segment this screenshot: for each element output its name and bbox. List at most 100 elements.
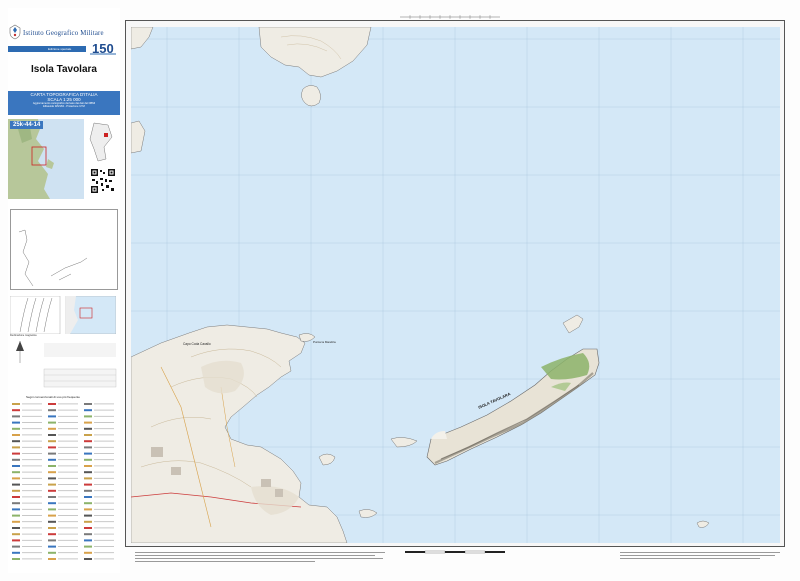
islet-sw-2: [390, 437, 418, 448]
legend-swatch: [12, 496, 20, 498]
legend-text-line: [22, 533, 42, 535]
legend-text-line: [58, 502, 78, 504]
legend-text-line: [94, 533, 114, 535]
legend-text-line: [22, 403, 42, 405]
legend-swatch: [48, 403, 56, 405]
islet-north: [301, 85, 321, 107]
legend-swatch: [48, 465, 56, 467]
legend-text-line: [22, 415, 42, 417]
legend-swatch: [84, 458, 92, 461]
legend-text-line: [22, 508, 42, 510]
legend-swatch: [12, 471, 20, 474]
legend-swatch: [12, 477, 20, 480]
tavolara-island: [426, 348, 600, 466]
legend-text-line: [58, 552, 78, 554]
legend-swatch: [48, 496, 56, 498]
legend-text-line: [58, 490, 78, 492]
legend-text-line: [22, 490, 42, 492]
legend-text-line: [94, 459, 114, 461]
islet-sw-3: [358, 509, 378, 518]
series-cartouche: CARTA TOPOGRAFICA D'ITALIA SCALA 1:25 00…: [8, 91, 120, 115]
legend-text-line: [94, 502, 114, 504]
legend-text-line: [58, 471, 78, 473]
legend-swatch: [12, 415, 20, 418]
qr-code-icon: [90, 168, 116, 194]
legend-swatch: [12, 539, 20, 542]
legend-swatch: [48, 477, 56, 480]
legend-swatch: [84, 514, 92, 517]
legend-text-line: [58, 465, 78, 467]
legend-swatch: [84, 409, 92, 412]
legend-text-line: [58, 422, 78, 423]
legend-graphic: [12, 341, 117, 560]
legend-swatch: [48, 446, 56, 449]
legend-text-line: [58, 440, 78, 442]
legend-swatch: [48, 483, 56, 486]
legend-swatch: [48, 520, 56, 523]
legend-text-line: [22, 484, 42, 485]
legend-text-line: [58, 409, 78, 411]
locator-map: [10, 209, 118, 290]
legend-text-line: [22, 446, 42, 448]
legend-swatch: [12, 465, 20, 467]
legend-text-line: [94, 527, 114, 529]
legend-text-line: [58, 533, 78, 535]
emblem-icon: [9, 24, 21, 40]
legend-text-line: [58, 415, 78, 417]
legend-text-line: [58, 496, 78, 498]
legend-text-line: [94, 434, 114, 436]
legend-swatch: [48, 458, 56, 461]
legend-swatch: [84, 558, 92, 560]
legend-text-line: [94, 446, 114, 448]
legend-swatch: [48, 427, 56, 430]
legend-text-line: [22, 428, 42, 430]
legend-text-line: [94, 558, 114, 560]
legend-swatch: [84, 427, 92, 430]
legend-swatch: [84, 477, 92, 480]
legend-swatch: [84, 489, 92, 492]
footer-notes-right: [620, 550, 785, 570]
topographic-map: ISOLA TAVOLARA Capo Coda Cavallo Punta l…: [131, 27, 780, 543]
sidebar: Istituto Geografico Militare Edizione sp…: [8, 8, 120, 573]
legend-swatch: [48, 409, 56, 412]
legend-text-line: [22, 515, 42, 516]
legend-text-line: [94, 539, 114, 541]
map-area[interactable]: ISOLA TAVOLARA Capo Coda Cavallo Punta l…: [131, 27, 780, 543]
legend-swatch: [48, 502, 56, 505]
edition-label: Edizione speciale: [48, 47, 72, 51]
legend-text-line: [22, 459, 42, 461]
legend-text-line: [22, 546, 42, 547]
legend-swatch: [12, 520, 20, 523]
series-projection: Ellissoide WGS84 - Proiezione UTM: [43, 105, 85, 108]
legend-text-line: [94, 496, 114, 498]
legend-text-line: [58, 459, 78, 461]
legend-swatch: [48, 421, 56, 424]
sheet-title: Isola Tavolara: [31, 64, 97, 75]
legend-text-line: [58, 484, 78, 485]
org-name: Istituto Geografico Militare: [23, 30, 104, 37]
legend-swatch: [48, 539, 56, 542]
footer-notes-left: [135, 550, 390, 570]
legend-text-line: [94, 440, 114, 442]
legend-text-line: [94, 409, 114, 411]
legend-swatch: [84, 403, 92, 405]
legend-text-line: [94, 453, 114, 454]
legend-swatch: [48, 527, 56, 529]
locator-graphic: [18, 229, 88, 287]
legend-text-line: [94, 490, 114, 492]
legend-text-line: [94, 484, 114, 485]
legend-swatch: [48, 471, 56, 474]
legend-swatch: [12, 409, 20, 412]
legend-swatch: [12, 483, 20, 486]
legend-text-line: [58, 539, 78, 541]
legend-swatch: [84, 434, 92, 436]
legend-text-line: [94, 477, 114, 479]
legend-swatch: [84, 415, 92, 418]
legend-swatch: [84, 471, 92, 474]
legend-swatch: [12, 545, 20, 548]
magnetic-diagram-graphic: [9, 295, 117, 335]
legend-text-line: [22, 558, 42, 560]
legend-text-line: [94, 415, 114, 417]
legend-swatch: [84, 452, 92, 455]
legend-swatch: [12, 508, 20, 511]
